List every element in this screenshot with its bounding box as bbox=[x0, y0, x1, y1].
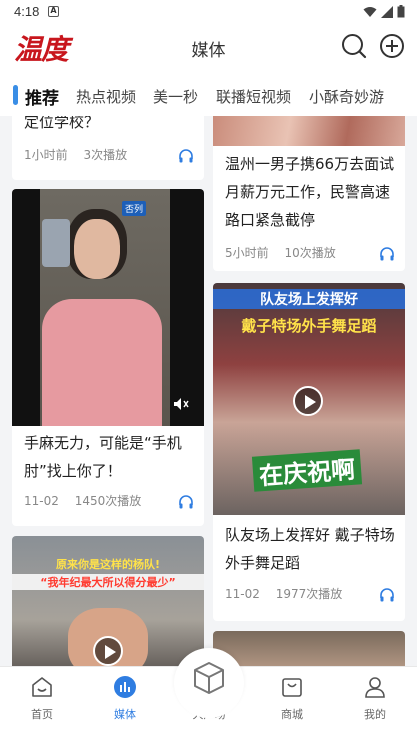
tab-broadcast-short-video[interactable]: 联播短视频 bbox=[216, 86, 291, 107]
category-tabs: 推荐 热点视频 美一秒 联播短视频 小酥奇妙游 bbox=[0, 74, 417, 116]
video-thumbnail: 原来你是这样的杨队! “我年纪最大所以得分最少” bbox=[12, 536, 204, 666]
media-icon bbox=[114, 676, 136, 698]
nav-media[interactable]: 媒体 bbox=[90, 667, 160, 741]
plaza-button[interactable] bbox=[174, 648, 244, 718]
overlay-text: 原来你是这样的杨队! bbox=[55, 558, 161, 571]
plus-circle-icon[interactable] bbox=[378, 32, 406, 60]
search-icon[interactable] bbox=[340, 32, 368, 60]
video-thumbnail bbox=[213, 116, 405, 146]
nav-label: 我的 bbox=[364, 708, 386, 721]
video-card[interactable]: 队友场上发挥好 戴子特场外手舞足蹈 在庆祝啊 队友场上发挥好 戴子特场外手舞足蹈… bbox=[213, 283, 405, 621]
tab-hot-video[interactable]: 热点视频 bbox=[76, 86, 136, 107]
video-meta: 1小时前 3次播放 bbox=[24, 146, 139, 163]
video-thumbnail: 否列 bbox=[12, 189, 204, 426]
video-title: 手麻无力，可能是“手机肘”找上你了！ bbox=[24, 434, 182, 480]
headphones-icon[interactable] bbox=[379, 587, 395, 603]
video-plays: 10次播放 bbox=[284, 246, 336, 260]
status-icons bbox=[363, 5, 405, 18]
system-home-bar bbox=[0, 735, 417, 741]
nav-profile[interactable]: 我的 bbox=[340, 667, 410, 741]
video-time: 5小时前 bbox=[225, 246, 269, 260]
headphones-icon[interactable] bbox=[379, 246, 395, 262]
video-meta: 11-02 1977次播放 bbox=[225, 585, 354, 602]
nav-shop[interactable]: 商城 bbox=[257, 667, 327, 741]
video-time: 11-02 bbox=[24, 494, 59, 508]
video-title: 定位学校？ bbox=[24, 116, 100, 131]
nav-label: 商城 bbox=[281, 708, 303, 721]
video-thumbnail bbox=[213, 631, 405, 666]
headphones-icon[interactable] bbox=[178, 494, 194, 510]
shop-icon bbox=[282, 678, 302, 697]
video-card[interactable]: 定位学校？ 1小时前 3次播放 bbox=[12, 116, 204, 180]
play-icon[interactable] bbox=[93, 636, 123, 666]
headphones-icon[interactable] bbox=[178, 148, 194, 164]
video-meta: 11-02 1450次播放 bbox=[24, 492, 153, 509]
video-plays: 1450次播放 bbox=[74, 494, 142, 508]
nav-home[interactable]: 首页 bbox=[7, 667, 77, 741]
wifi-icon bbox=[363, 6, 377, 17]
notification-icon: A bbox=[48, 6, 59, 17]
video-thumbnail: 队友场上发挥好 戴子特场外手舞足蹈 在庆祝啊 bbox=[213, 283, 405, 515]
overlay-text: 戴子特场外手舞足蹈 bbox=[241, 317, 377, 335]
video-time: 11-02 bbox=[225, 587, 260, 601]
nav-label: 首页 bbox=[31, 708, 53, 721]
active-tab-indicator bbox=[13, 85, 18, 105]
status-time: 4:18 bbox=[14, 4, 40, 19]
overlay-text: “我年纪最大所以得分最少” bbox=[12, 574, 204, 590]
tab-beauty-second[interactable]: 美一秒 bbox=[153, 86, 198, 107]
video-time: 1小时前 bbox=[24, 148, 68, 162]
video-plays: 1977次播放 bbox=[275, 587, 343, 601]
video-title: 温州一男子携66万去面试月薪万元工作，民警高速路口紧急截停 bbox=[225, 155, 395, 229]
video-feed: 定位学校？ 1小时前 3次播放 温州一男子携66万去面试月薪万元工作，民警高速路… bbox=[0, 116, 417, 666]
video-card[interactable]: 否列 手麻无力，可能是“手机肘”找上你了！ 11-02 1450次播放 bbox=[12, 189, 204, 526]
video-card[interactable]: 原来你是这样的杨队! “我年纪最大所以得分最少” bbox=[12, 536, 204, 666]
video-plays: 3次播放 bbox=[83, 148, 128, 162]
overlay-text: 在庆祝啊 bbox=[251, 449, 363, 492]
status-bar: 4:18 A bbox=[0, 0, 417, 24]
video-card[interactable] bbox=[213, 631, 405, 666]
app-header: 温度 媒体 bbox=[0, 24, 417, 70]
play-icon[interactable] bbox=[293, 386, 323, 416]
tab-recommend[interactable]: 推荐 bbox=[25, 84, 59, 109]
video-card[interactable]: 温州一男子携66万去面试月薪万元工作，民警高速路口紧急截停 5小时前 10次播放 bbox=[213, 116, 405, 271]
nav-label: 媒体 bbox=[114, 708, 136, 721]
tab-xiaosu[interactable]: 小酥奇妙游 bbox=[309, 86, 384, 107]
video-meta: 5小时前 10次播放 bbox=[225, 244, 348, 261]
signal-icon bbox=[381, 5, 393, 18]
home-icon bbox=[32, 677, 52, 697]
video-title: 队友场上发挥好 戴子特场外手舞足蹈 bbox=[225, 526, 395, 572]
mute-icon[interactable] bbox=[172, 397, 190, 411]
cube-icon bbox=[194, 662, 224, 694]
overlay-text: 队友场上发挥好 bbox=[213, 289, 405, 309]
user-icon bbox=[365, 677, 385, 698]
battery-icon bbox=[397, 5, 405, 18]
thumbnail-tag: 否列 bbox=[122, 201, 147, 216]
